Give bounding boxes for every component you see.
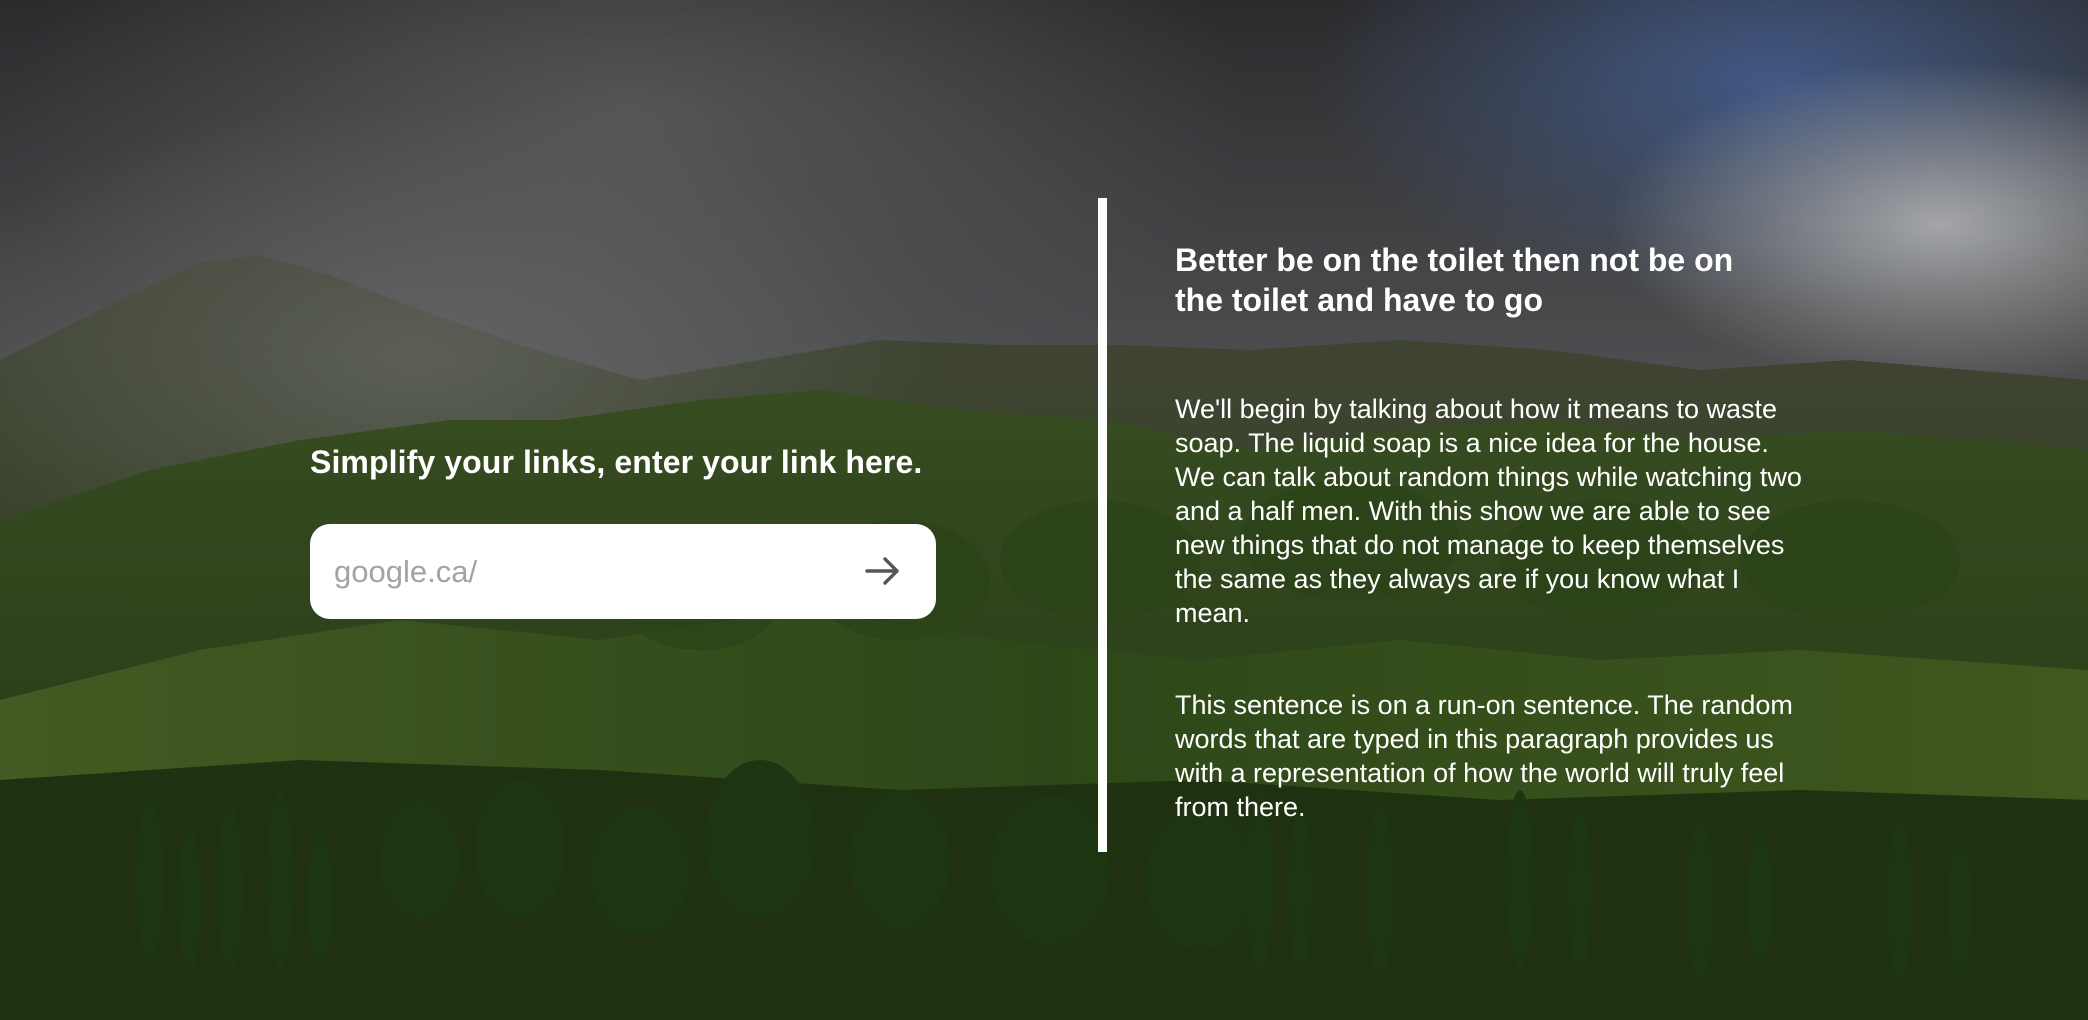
article-heading: Better be on the toilet then not be on t… [1175,242,1734,318]
page-content: Simplify your links, enter your link her… [0,0,2088,1020]
submit-link-button[interactable] [860,548,906,594]
link-input[interactable] [334,541,814,602]
article-panel: Better be on the toilet then not be on t… [1175,240,1815,822]
vertical-divider [1098,198,1107,852]
article-paragraph: We'll begin by talking about how it mean… [1175,394,1802,628]
link-shortener-panel: Simplify your links, enter your link her… [310,436,940,619]
arrow-right-icon [865,557,899,585]
shortener-heading: Simplify your links, enter your link her… [310,444,923,480]
article-paragraph: This sentence is on a run-on sentence. T… [1175,690,1793,822]
link-form [310,524,936,619]
